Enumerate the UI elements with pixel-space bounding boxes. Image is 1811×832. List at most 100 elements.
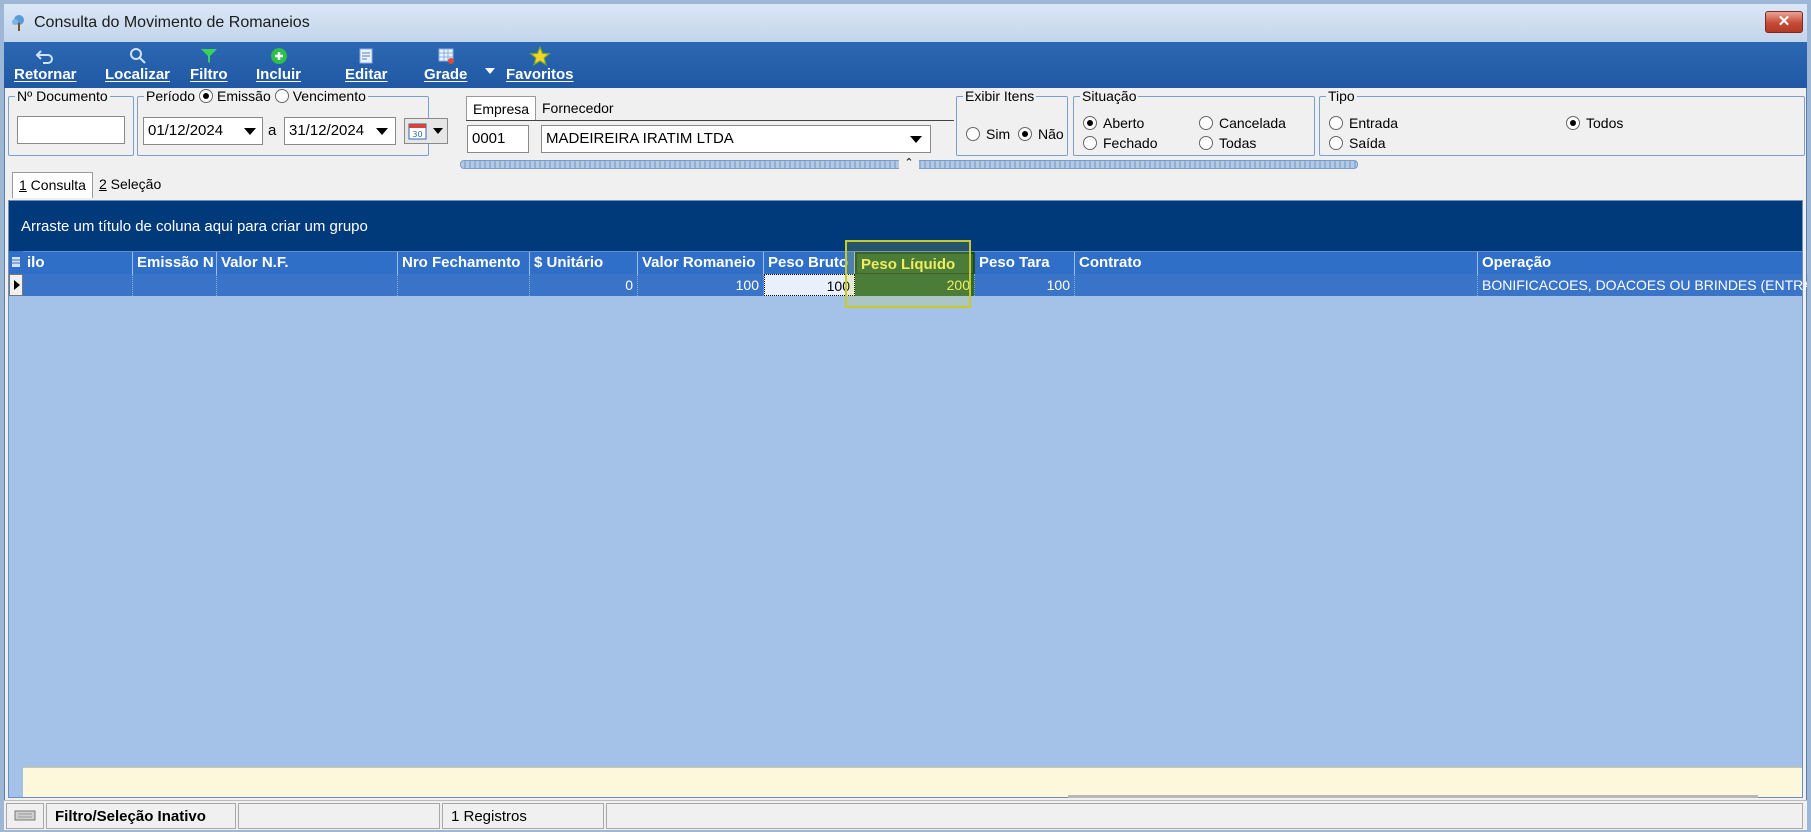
- documento-legend: Nº Documento: [15, 88, 110, 104]
- situacao-fechado-radio[interactable]: [1083, 136, 1097, 150]
- emissao-label: Emissão: [217, 88, 271, 104]
- cell-peso-bruto[interactable]: 100: [764, 274, 855, 296]
- vencimento-label: Vencimento: [292, 88, 366, 104]
- retornar-label: Retornar: [14, 66, 77, 83]
- magnifier-icon: [128, 46, 148, 66]
- situacao-aberto-radio[interactable]: [1083, 116, 1097, 130]
- situacao-aberto-option[interactable]: Aberto: [1083, 115, 1144, 131]
- group-by-panel[interactable]: Arraste um título de coluna aqui para cr…: [9, 201, 1802, 251]
- date-from-value: 01/12/2024: [148, 122, 224, 139]
- situacao-todas-radio[interactable]: [1199, 136, 1213, 150]
- localizar-label: Localizar: [105, 66, 171, 83]
- cell[interactable]: [23, 274, 133, 296]
- tipo-saida-radio[interactable]: [1329, 136, 1343, 150]
- col-header-0[interactable]: ilo: [23, 252, 133, 275]
- exibir-nao-option[interactable]: Não: [1018, 126, 1064, 142]
- undo-arrow-icon: [35, 46, 55, 66]
- svg-text:30: 30: [412, 130, 422, 139]
- cell-valor-romaneio[interactable]: 100: [638, 274, 764, 296]
- incluir-label: Incluir: [256, 66, 302, 83]
- tab-selecao[interactable]: 2 Seleção: [93, 172, 167, 198]
- empresa-dropdown-icon[interactable]: [910, 136, 922, 143]
- grade-dropdown-arrow-icon[interactable]: [485, 68, 495, 74]
- exibir-sim-label: Sim: [986, 126, 1011, 142]
- editar-button[interactable]: Editar: [345, 46, 388, 86]
- exibir-nao-radio[interactable]: [1018, 127, 1032, 141]
- col-header-valor-romaneio[interactable]: Valor Romaneio: [638, 252, 764, 275]
- date-to-value: 31/12/2024: [289, 122, 365, 139]
- tab-consulta[interactable]: 1 Consulta: [12, 172, 93, 198]
- tipo-entrada-option[interactable]: Entrada: [1329, 115, 1398, 131]
- empresa-code-input[interactable]: 0001: [467, 125, 529, 153]
- retornar-button[interactable]: Retornar: [14, 46, 77, 86]
- cell[interactable]: [217, 274, 398, 296]
- col-header-contrato[interactable]: Contrato: [1075, 252, 1478, 275]
- situacao-legend: Situação: [1080, 88, 1139, 104]
- cell[interactable]: [133, 274, 217, 296]
- editar-label: Editar: [345, 66, 388, 83]
- situacao-cancelada-option[interactable]: Cancelada: [1199, 115, 1286, 131]
- situacao-fechado-option[interactable]: Fechado: [1083, 135, 1157, 151]
- col-header-unitario[interactable]: $ Unitário: [530, 252, 638, 275]
- close-button[interactable]: ✕: [1765, 11, 1803, 33]
- cell-unitario[interactable]: 0: [530, 274, 638, 296]
- exibir-sim-option[interactable]: Sim: [966, 126, 1010, 142]
- date-from-dropdown-icon[interactable]: [244, 128, 256, 135]
- filtro-button[interactable]: Filtro: [190, 46, 228, 86]
- horizontal-scrollbar[interactable]: [1068, 795, 1758, 798]
- tipo-entrada-label: Entrada: [1349, 115, 1399, 131]
- page-tabs: 1 Consulta 2 Seleção: [12, 172, 167, 198]
- keyboard-icon: [6, 803, 44, 829]
- record-count: 1 Registros: [442, 803, 604, 829]
- tab-selecao-label: Seleção: [106, 176, 162, 192]
- tipo-legend: Tipo: [1326, 88, 1357, 104]
- edit-doc-icon: [356, 46, 376, 66]
- vencimento-radio[interactable]: [274, 89, 289, 103]
- cell-peso-liquido[interactable]: 200: [855, 274, 975, 296]
- favoritos-button[interactable]: Favoritos: [506, 46, 574, 86]
- tipo-entrada-radio[interactable]: [1329, 116, 1343, 130]
- date-to-dropdown-icon[interactable]: [376, 128, 388, 135]
- calendar-button[interactable]: 30: [404, 118, 448, 144]
- title-bar: Consulta do Movimento de Romaneios ✕: [4, 4, 1807, 42]
- exibir-nao-label: Não: [1038, 126, 1064, 142]
- tipo-todos-option[interactable]: Todos: [1566, 115, 1623, 131]
- cell-contrato[interactable]: [1075, 274, 1478, 296]
- tab-underline: [466, 120, 954, 121]
- exibir-sim-radio[interactable]: [966, 127, 980, 141]
- funnel-icon: [199, 46, 219, 66]
- emissao-radio[interactable]: [199, 89, 214, 103]
- grid-column-chooser-icon[interactable]: [9, 251, 23, 274]
- grade-button[interactable]: Grade: [424, 46, 467, 86]
- tab-empresa[interactable]: Empresa: [466, 96, 537, 121]
- col-header-peso-tara[interactable]: Peso Tara: [975, 252, 1075, 275]
- col-header-nro-fechamento[interactable]: Nro Fechamento: [398, 252, 530, 275]
- collapse-caret-icon[interactable]: ⌃: [899, 157, 919, 169]
- situacao-todas-option[interactable]: Todas: [1199, 135, 1256, 151]
- tab-selecao-num: 2: [98, 176, 107, 192]
- cell[interactable]: [398, 274, 530, 296]
- col-header-operacao[interactable]: Operação: [1478, 252, 1808, 275]
- row-indicator-icon: [9, 274, 23, 296]
- grid-footer-panel: [23, 767, 1802, 797]
- col-header-peso-bruto[interactable]: Peso Bruto: [764, 252, 855, 275]
- data-grid[interactable]: Arraste um título de coluna aqui para cr…: [8, 200, 1808, 798]
- tipo-saida-option[interactable]: Saída: [1329, 135, 1386, 151]
- calendar-dropdown-icon[interactable]: [433, 128, 443, 134]
- documento-input[interactable]: [17, 116, 125, 144]
- cell-operacao[interactable]: BONIFICACOES, DOACOES OU BRINDES (ENTRA: [1478, 274, 1808, 296]
- table-row[interactable]: 0 100 100 200 100 BONIFICACOES, DOACOES …: [9, 274, 1808, 296]
- col-header-valor-nf[interactable]: Valor N.F.: [217, 252, 398, 275]
- incluir-button[interactable]: Incluir: [256, 46, 301, 86]
- localizar-button[interactable]: Localizar: [105, 46, 170, 86]
- tab-fornecedor[interactable]: Fornecedor: [536, 96, 620, 120]
- filtro-label: Filtro: [190, 66, 228, 83]
- situacao-cancelada-radio[interactable]: [1199, 116, 1213, 130]
- cell-peso-tara[interactable]: 100: [975, 274, 1075, 296]
- col-header-emissao[interactable]: Emissão N: [133, 252, 217, 275]
- tipo-todos-radio[interactable]: [1566, 116, 1580, 130]
- col-header-peso-liquido[interactable]: Peso Líquido: [855, 252, 975, 275]
- situacao-aberto-label: Aberto: [1103, 115, 1145, 131]
- favoritos-label: Favoritos: [506, 66, 574, 83]
- empresa-name-select[interactable]: MADEIREIRA IRATIM LTDA: [541, 125, 931, 153]
